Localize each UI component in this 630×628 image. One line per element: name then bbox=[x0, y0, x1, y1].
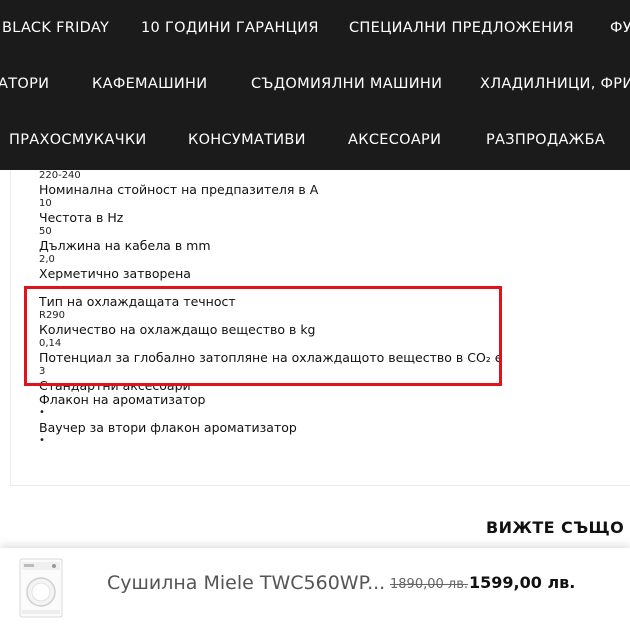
voucher-label: Ваучер за втори флакон ароматизатор bbox=[39, 420, 297, 435]
frequency-value: 50 bbox=[39, 226, 52, 237]
hermetic-label: Херметично затворена bbox=[39, 266, 191, 281]
fuse-label: Номинална стойност на предпазителя в A bbox=[39, 182, 319, 197]
gwp-label: Потенциал за глобално затопляне на охлаж… bbox=[39, 350, 503, 365]
main-navigation: BLACK FRIDAY 10 ГОДИНИ ГАРАНЦИЯ СПЕЦИАЛН… bbox=[0, 0, 630, 170]
cable-length-label: Дължина на кабела в mm bbox=[39, 238, 211, 253]
nav-link-sale[interactable]: РАЗПРОДАЖБА bbox=[486, 112, 605, 168]
nav-link-dishwashers[interactable]: СЪДОМИЯЛНИ МАШИНИ bbox=[251, 56, 442, 112]
nav-link-accessories[interactable]: АКСЕСОАРИ bbox=[348, 112, 441, 168]
nav-row-2: АТОРИ КАФЕМАШИНИ СЪДОМИЯЛНИ МАШИНИ ХЛАДИ… bbox=[0, 56, 630, 112]
nav-link-partial-fu[interactable]: ФУ bbox=[610, 0, 630, 56]
voltage-value: 220-240 bbox=[39, 170, 81, 181]
see-also-heading: ВИЖТЕ СЪЩО И bbox=[486, 518, 630, 537]
frequency-label: Честота в Hz bbox=[39, 210, 124, 225]
coolant-type-value: R290 bbox=[39, 310, 66, 321]
specifications-panel: 220-240 Номинална стойност на предпазите… bbox=[10, 170, 630, 486]
sticky-product-bar: Сушилна Miele TWC560WP... 1890,00 лв. 15… bbox=[0, 548, 630, 628]
gwp-value: 3 bbox=[39, 366, 46, 377]
coolant-type-label: Тип на охлаждащата течност bbox=[39, 294, 236, 309]
nav-link-fridges[interactable]: ХЛАДИЛНИЦИ, ФРИЗЕ bbox=[480, 56, 630, 112]
flacon-label: Флакон на ароматизатор bbox=[39, 392, 206, 407]
cable-length-value: 2,0 bbox=[39, 254, 55, 265]
nav-link-black-friday[interactable]: BLACK FRIDAY bbox=[2, 0, 109, 56]
nav-link-coffee-machines[interactable]: КАФЕМАШИНИ bbox=[92, 56, 207, 112]
nav-link-special-offers[interactable]: СПЕЦИАЛНИ ПРЕДЛОЖЕНИЯ bbox=[349, 0, 574, 56]
nav-link-consumables[interactable]: КОНСУМАТИВИ bbox=[188, 112, 306, 168]
nav-link-partial-atori[interactable]: АТОРИ bbox=[0, 56, 49, 112]
old-price: 1890,00 лв. bbox=[390, 577, 468, 592]
nav-link-warranty[interactable]: 10 ГОДИНИ ГАРАНЦИЯ bbox=[141, 0, 319, 56]
fuse-value: 10 bbox=[39, 198, 52, 209]
dryer-image[interactable] bbox=[12, 556, 68, 620]
nav-link-vacuum-cleaners[interactable]: ПРАХОСМУКАЧКИ bbox=[9, 112, 147, 168]
coolant-amount-label: Количество на охлаждащо вещество в kg bbox=[39, 322, 316, 337]
product-title-link[interactable]: Сушилна Miele TWC560WP... bbox=[107, 572, 385, 594]
coolant-amount-value: 0,14 bbox=[39, 338, 62, 349]
voucher-bullet: • bbox=[39, 435, 45, 446]
accessories-label: Стандартни аксесоари bbox=[39, 378, 191, 393]
current-price: 1599,00 лв. bbox=[469, 573, 576, 592]
flacon-bullet: • bbox=[39, 407, 45, 418]
nav-row-3: ПРАХОСМУКАЧКИ КОНСУМАТИВИ АКСЕСОАРИ РАЗП… bbox=[0, 112, 630, 168]
nav-row-1: BLACK FRIDAY 10 ГОДИНИ ГАРАНЦИЯ СПЕЦИАЛН… bbox=[0, 0, 630, 56]
